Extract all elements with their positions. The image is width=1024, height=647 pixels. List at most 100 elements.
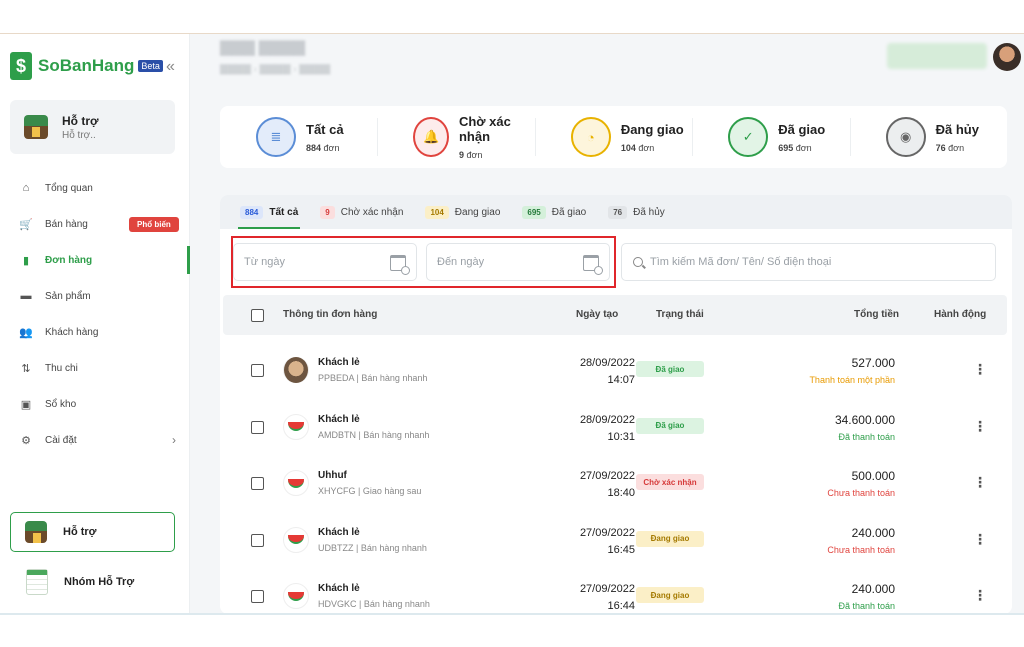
order-date: 28/09/2022 <box>579 413 635 426</box>
store-subtitle: Hỗ trợ.. <box>62 129 96 141</box>
sidebar-item-gear[interactable]: ⚙ Cài đặt › <box>0 422 190 458</box>
search-input[interactable]: Tìm kiếm Mã đơn/ Tên/ Số điện thoại <box>621 243 996 281</box>
stat-list[interactable]: ≣ Tất cả 884 đơn <box>220 106 377 168</box>
tab-status[interactable]: 695 Đã giao <box>522 195 586 229</box>
table-row[interactable]: Khách lẻ UDBTZZ | Bán hàng nhanh 27/09/202… <box>223 513 1007 569</box>
header-order-info: Thông tin đơn hàng <box>283 309 378 320</box>
store-card[interactable]: Hỗ trợ Hỗ trợ.. <box>10 100 175 154</box>
table-row[interactable]: Khách lẻ PPBEDA | Bán hàng nhanh 28/09/202… <box>223 343 1007 399</box>
order-date: 28/09/2022 <box>579 357 635 369</box>
chevron-right-icon[interactable]: › <box>172 433 176 447</box>
stat-cancel[interactable]: ◉ Đã hủy 76 đơn <box>849 106 1007 168</box>
sidebar-item-customers[interactable]: 👥 Khách hàng <box>0 314 190 350</box>
sidebar-item-label: Bán hàng <box>45 218 88 230</box>
customer-name[interactable]: Khách lẻ <box>318 527 360 538</box>
row-checkbox[interactable] <box>251 590 264 603</box>
warehouse-icon: ▣ <box>20 398 32 411</box>
customer-avatar <box>283 470 309 496</box>
row-checkbox[interactable] <box>251 420 264 434</box>
payment-status: Chưa thanh toán <box>827 488 895 498</box>
customer-name[interactable]: Khách lẻ <box>318 357 360 368</box>
order-time: 18:40 <box>607 487 635 499</box>
customer-name[interactable]: Khách lẻ <box>318 414 360 425</box>
stat-label: Tất cả <box>306 121 344 137</box>
help-button[interactable]: Hỗ trợ <box>10 512 175 552</box>
dollar-logo-icon: $ <box>10 52 32 80</box>
table-row[interactable]: Khách lẻ HDVGKC | Bán hàng nhanh 27/09/202… <box>223 569 1007 614</box>
beta-badge: Beta <box>138 60 163 72</box>
row-checkbox[interactable] <box>251 533 264 547</box>
customer-name[interactable]: Uhhuf <box>318 470 347 481</box>
collapse-sidebar-icon[interactable]: « <box>166 58 175 76</box>
stat-check[interactable]: ✓ Đã giao 695 đơn <box>692 106 849 168</box>
clock-icon: ◔ <box>570 117 611 157</box>
sidebar-item-home[interactable]: ⌂ Tổng quan <box>0 170 190 206</box>
row-checkbox[interactable] <box>251 364 264 377</box>
more-options-icon[interactable]: ⋮ <box>973 361 987 378</box>
tab-label: Tất cả <box>269 206 299 218</box>
select-all-checkbox[interactable] <box>251 309 264 322</box>
tab-status[interactable]: 9 Chờ xác nhận <box>320 195 403 229</box>
sidebar-item-transfer[interactable]: ⇅ Thu chi <box>0 350 190 386</box>
stat-bell[interactable]: 🔔 Chờ xác nhận 9 đơn <box>377 106 534 168</box>
sidebar-item-label: Sổ kho <box>45 398 77 410</box>
header-action: Hành động <box>934 309 987 320</box>
sidebar-item-product[interactable]: ▬ Sản phẩm <box>0 278 190 314</box>
watermelon-icon <box>288 535 304 544</box>
sidebar-item-warehouse[interactable]: ▣ Sổ kho <box>0 386 190 422</box>
more-options-icon[interactable]: ⋮ <box>973 418 987 435</box>
table-row[interactable]: Uhhuf XHYCFG | Giao hàng sau 27/09/2022 18:… <box>223 456 1007 512</box>
payment-status: Đã thanh toán <box>838 431 895 442</box>
blurred-action-button[interactable] <box>887 43 987 69</box>
tab-count-badge: 104 <box>425 205 449 219</box>
list-icon: ≣ <box>256 117 296 157</box>
search-placeholder: Tìm kiếm Mã đơn/ Tên/ Số điện thoại <box>650 256 832 268</box>
sidebar-item-order[interactable]: ▮ Đơn hàng <box>0 242 190 278</box>
payment-status: Đã thanh toán <box>838 601 895 611</box>
tab-label: Chờ xác nhận <box>340 206 404 218</box>
help-button-label: Hỗ trợ <box>63 526 97 538</box>
sidebar-item-cart[interactable]: 🛒 Bán hàng Phổ biến <box>0 206 190 242</box>
status-badge: Đã giao <box>636 361 704 377</box>
order-time: 16:44 <box>607 600 635 612</box>
status-tabs: 884 Tất cả 9 Chờ xác nhận 104 Đang giao 695 Đã … <box>220 195 1012 229</box>
status-badge: Đã giao <box>636 417 704 434</box>
more-options-icon[interactable]: ⋮ <box>973 531 987 548</box>
stat-label: Đang giao <box>620 121 684 137</box>
stat-count-unit: đơn <box>323 142 340 153</box>
table-row[interactable]: Khách lẻ AMDBTN | Bán hàng nhanh 28/09/202… <box>223 400 1007 456</box>
tab-status[interactable]: 104 Đang giao <box>425 195 500 229</box>
row-checkbox[interactable] <box>251 477 264 490</box>
date-range-highlight-box <box>231 236 616 288</box>
header-date[interactable]: Ngày tạo <box>576 309 618 320</box>
support-group-label: Nhóm Hỗ Trợ <box>64 576 135 588</box>
logo[interactable]: $ SoBanHang Beta <box>10 52 163 80</box>
order-time: 10:31 <box>607 430 635 443</box>
tab-status[interactable]: 76 Đã hủy <box>608 195 665 229</box>
main-content: ▇▇▇ ▇▇▇▇ ▇▇▇▇ › ▇▇▇▇ › ▇▇▇▇ ≣ Tất cả 884 đ… <box>190 34 1024 614</box>
stat-count-unit: đơn <box>795 142 812 153</box>
sidebar-item-label: Sản phẩm <box>45 290 91 302</box>
customer-avatar <box>283 357 309 383</box>
order-icon: ▮ <box>22 254 30 267</box>
app-window: $ SoBanHang Beta « Hỗ trợ Hỗ trợ.. ⌂ Tổng… <box>0 34 1024 614</box>
tab-status[interactable]: 884 Tất cả <box>237 195 301 229</box>
stat-count-value: 884 <box>306 142 322 153</box>
more-options-icon[interactable]: ⋮ <box>973 587 987 604</box>
order-total: 500.000 <box>851 469 895 483</box>
store-icon <box>24 115 48 139</box>
order-code: PPBEDA | Bán hàng nhanh <box>318 373 428 383</box>
order-time: 16:45 <box>607 543 635 556</box>
more-options-icon[interactable]: ⋮ <box>973 474 987 491</box>
tab-count-badge: 9 <box>320 205 335 219</box>
watermelon-icon <box>288 422 304 431</box>
order-date: 27/09/2022 <box>579 583 635 595</box>
user-avatar[interactable] <box>993 43 1021 71</box>
stat-count-value: 9 <box>458 150 464 160</box>
header-total[interactable]: Tổng tiền <box>854 309 899 320</box>
support-group-link[interactable]: Nhóm Hỗ Trợ <box>10 564 175 600</box>
customer-name[interactable]: Khách lẻ <box>318 583 360 594</box>
stat-clock[interactable]: ◔ Đang giao 104 đơn <box>534 106 692 168</box>
document-icon <box>26 569 48 595</box>
watermelon-icon <box>288 478 304 488</box>
